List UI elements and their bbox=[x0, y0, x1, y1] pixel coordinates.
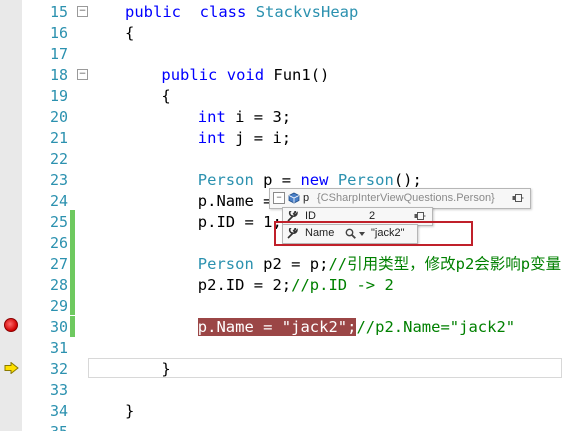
code-token: p = bbox=[253, 171, 301, 189]
code-line[interactable]: 28 p2.ID = 2;//p.ID -> 2 bbox=[0, 275, 562, 296]
code-text[interactable]: p2.ID = 2;//p.ID -> 2 bbox=[198, 275, 394, 296]
line-number: 25 bbox=[49, 213, 68, 231]
code-line[interactable]: 32} bbox=[0, 359, 562, 380]
code-line[interactable]: 33 bbox=[0, 380, 562, 401]
line-number: 31 bbox=[49, 339, 68, 357]
code-token: { bbox=[125, 24, 135, 42]
line-number: 22 bbox=[49, 150, 68, 168]
line-number: 23 bbox=[49, 171, 68, 189]
code-token: j = i; bbox=[225, 129, 292, 147]
code-line[interactable]: 35 bbox=[0, 422, 562, 431]
code-token: int bbox=[197, 129, 226, 147]
code-token: public bbox=[161, 66, 218, 84]
collapse-method-toggle[interactable]: − bbox=[77, 69, 88, 80]
code-token: p.ID = 1; bbox=[197, 213, 282, 231]
code-token: //p2.Name="jack2" bbox=[356, 318, 516, 336]
current-statement-arrow-icon bbox=[4, 362, 19, 374]
code-token: //引用类型，修改p2会影响p变量的值 bbox=[328, 255, 562, 273]
code-token: i = 3; bbox=[225, 108, 292, 126]
line-number: 20 bbox=[49, 108, 68, 126]
code-token: //p.ID -> 2 bbox=[291, 276, 394, 294]
code-line[interactable]: 20 int i = 3; bbox=[0, 107, 562, 128]
code-text[interactable]: { bbox=[125, 23, 134, 44]
code-token: } bbox=[125, 402, 135, 420]
code-token: "jack2" bbox=[281, 318, 348, 336]
line-number: 21 bbox=[49, 129, 68, 147]
line-number: 26 bbox=[49, 234, 68, 252]
code-line[interactable]: 30 p.Name = "jack2";//p2.Name="jack2" bbox=[0, 317, 562, 338]
code-token: p.Name = bbox=[197, 318, 282, 336]
line-number: 18 bbox=[49, 66, 68, 84]
code-text[interactable]: public void Fun1() bbox=[161, 65, 329, 86]
code-token: StackvsHeap bbox=[255, 3, 359, 21]
code-text[interactable]: } bbox=[161, 359, 170, 380]
code-token: { bbox=[161, 87, 171, 105]
code-text[interactable]: Person p2 = p;//引用类型，修改p2会影响p变量的值 bbox=[198, 254, 562, 275]
code-line[interactable]: 29 bbox=[0, 296, 562, 317]
code-editor[interactable]: 15 public class StackvsHeap 16 {17 18 public … bbox=[0, 0, 562, 431]
code-text[interactable]: p.ID = 1; bbox=[198, 212, 282, 233]
code-token: } bbox=[161, 360, 171, 378]
line-number: 29 bbox=[49, 297, 68, 315]
line-number: 16 bbox=[49, 24, 68, 42]
code-line[interactable]: 27 Person p2 = p;//引用类型，修改p2会影响p变量的值 bbox=[0, 254, 562, 275]
line-number: 17 bbox=[49, 45, 68, 63]
datatip-header[interactable]: − p {CSharpInterViewQuestions.Person} bbox=[269, 188, 531, 209]
code-line[interactable]: 17 bbox=[0, 44, 562, 65]
line-number: 19 bbox=[49, 87, 68, 105]
code-text[interactable]: p.Name = "jack2";//p2.Name="jack2" bbox=[197, 317, 516, 338]
code-text[interactable]: int j = i; bbox=[198, 128, 291, 149]
code-text[interactable]: int i = 3; bbox=[198, 107, 291, 128]
breakpoint-icon[interactable] bbox=[4, 318, 18, 332]
pin-icon[interactable] bbox=[414, 211, 426, 221]
code-token: void bbox=[226, 66, 265, 84]
line-number: 24 bbox=[49, 192, 68, 210]
code-token: class bbox=[199, 3, 247, 21]
highlight-callout bbox=[274, 221, 473, 246]
datatip-variable-name: p bbox=[303, 192, 310, 204]
code-line[interactable]: 21 int j = i; bbox=[0, 128, 562, 149]
line-number: 32 bbox=[49, 360, 68, 378]
code-line[interactable]: 34} bbox=[0, 401, 562, 422]
line-number: 15 bbox=[49, 3, 68, 21]
code-line[interactable]: 19 { bbox=[0, 86, 562, 107]
line-number: 30 bbox=[49, 318, 68, 336]
code-token: Person bbox=[197, 171, 254, 189]
line-number: 35 bbox=[22, 422, 68, 431]
line-number: 28 bbox=[49, 276, 68, 294]
code-token: Person bbox=[337, 171, 394, 189]
datatip-variable-value: {CSharpInterViewQuestions.Person} bbox=[317, 192, 495, 204]
code-token: Fun1() bbox=[264, 66, 330, 84]
code-text[interactable]: { bbox=[161, 86, 170, 107]
code-line[interactable]: 16 { bbox=[0, 23, 562, 44]
collapse-icon[interactable]: − bbox=[273, 192, 285, 204]
code-token: p2 = p; bbox=[253, 255, 329, 273]
code-token: Person bbox=[197, 255, 254, 273]
line-number: 33 bbox=[49, 381, 68, 399]
code-text[interactable]: public class StackvsHeap bbox=[125, 2, 358, 23]
code-line[interactable]: 31 bbox=[0, 338, 562, 359]
code-line[interactable]: 22 bbox=[0, 149, 562, 170]
code-token: new bbox=[300, 171, 329, 189]
pin-icon[interactable] bbox=[512, 193, 524, 203]
code-token: (); bbox=[393, 171, 422, 189]
code-token: p2.ID = 2; bbox=[197, 276, 292, 294]
code-token: public bbox=[125, 3, 181, 21]
line-number: 27 bbox=[49, 255, 68, 273]
line-number: 34 bbox=[49, 402, 68, 420]
code-text[interactable]: } bbox=[125, 401, 134, 422]
object-icon bbox=[288, 192, 300, 204]
collapse-class-toggle[interactable]: − bbox=[77, 6, 88, 17]
code-token: int bbox=[197, 108, 226, 126]
